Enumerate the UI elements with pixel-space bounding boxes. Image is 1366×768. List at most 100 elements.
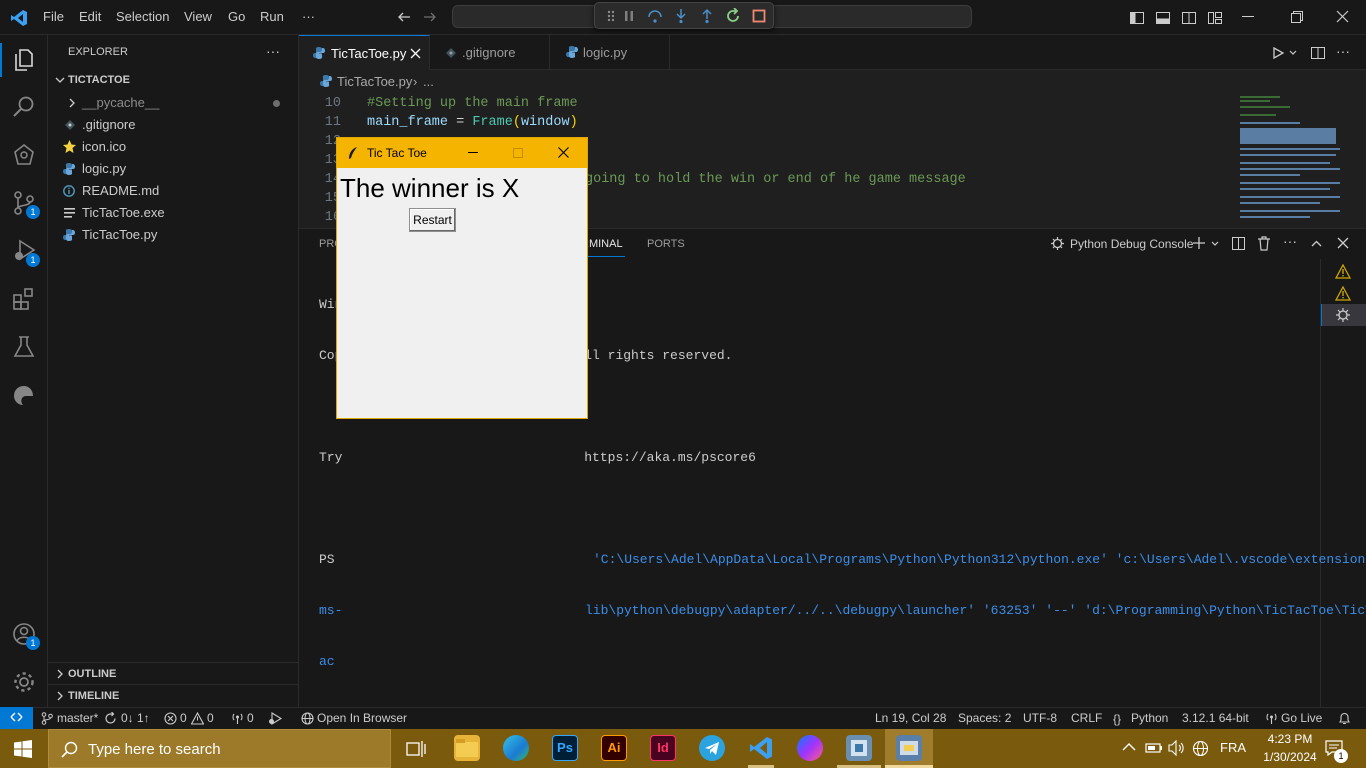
photoshop-icon[interactable]: Ps (552, 735, 578, 761)
minimap[interactable] (1234, 92, 1346, 224)
timeline-section[interactable]: TIMELINE (48, 684, 298, 706)
broadcast-icon[interactable] (231, 712, 244, 725)
menu-run[interactable]: Run (260, 9, 284, 24)
tree-item-tictactoe-py[interactable]: TicTacToe.py (48, 224, 298, 246)
close-icon[interactable] (558, 147, 569, 158)
error-count[interactable]: 0 (180, 711, 187, 725)
customize-layout-icon[interactable] (1207, 10, 1223, 26)
extensions-icon[interactable] (11, 286, 37, 312)
telegram-icon[interactable] (699, 735, 725, 761)
git-sync-counts[interactable]: 0↓ 1↑ (121, 711, 150, 725)
step-over-icon[interactable] (647, 8, 663, 24)
terminal-name[interactable]: Python Debug Console (1070, 237, 1193, 251)
remote-indicator[interactable] (0, 707, 33, 729)
clock-date[interactable]: 1/30/2024 (1256, 750, 1324, 764)
tk-title-bar[interactable]: Tic Tac Toe (337, 138, 587, 168)
error-icon[interactable] (164, 712, 177, 725)
maximize-panel-icon[interactable] (1310, 237, 1323, 250)
trash-icon[interactable] (1257, 236, 1271, 251)
chevron-down-icon[interactable] (1210, 239, 1220, 249)
tree-item-readme[interactable]: README.md (48, 180, 298, 202)
tree-item-icon-ico[interactable]: icon.ico (48, 136, 298, 158)
battery-icon[interactable] (1145, 741, 1163, 755)
language-mode[interactable]: Python (1131, 711, 1168, 725)
restart-button[interactable]: Restart (409, 208, 456, 232)
line-endings[interactable]: CRLF (1071, 711, 1102, 725)
taskbar-search-box[interactable]: Type here to search (48, 729, 391, 768)
python-app-icon[interactable] (846, 735, 872, 761)
menu-selection[interactable]: Selection (116, 9, 169, 24)
tree-item-logic-py[interactable]: logic.py (48, 158, 298, 180)
step-out-icon[interactable] (699, 8, 715, 24)
explorer-more-button[interactable]: ··· (266, 43, 280, 59)
warning-icon[interactable] (1335, 264, 1351, 279)
toggle-panel-icon[interactable] (1155, 10, 1171, 26)
breadcrumb-file[interactable]: TicTacToe.py (337, 74, 412, 89)
tree-item-gitignore[interactable]: .gitignore (48, 114, 298, 136)
settings-gear-icon[interactable] (11, 669, 37, 695)
vscode-taskbar-icon[interactable] (748, 735, 774, 761)
indentation[interactable]: Spaces: 2 (958, 711, 1011, 725)
explorer-icon[interactable] (11, 46, 37, 72)
minimize-icon[interactable] (468, 152, 478, 153)
chevron-up-icon[interactable] (1122, 742, 1136, 752)
search-icon[interactable] (11, 94, 37, 120)
pause-icon[interactable] (621, 8, 637, 24)
breadcrumb-rest[interactable]: ... (423, 74, 434, 89)
back-arrow-icon[interactable] (397, 10, 411, 24)
menu-file[interactable]: File (43, 9, 64, 24)
menu-more[interactable]: ··· (302, 9, 315, 24)
warning-count[interactable]: 0 (207, 711, 214, 725)
outline-section[interactable]: OUTLINE (48, 662, 298, 684)
menu-go[interactable]: Go (228, 9, 245, 24)
split-editor-icon[interactable] (1310, 45, 1326, 61)
tab-logic-py[interactable]: logic.py (550, 35, 670, 70)
tab-ports[interactable]: PORTS (647, 238, 685, 250)
minimize-icon[interactable] (1242, 16, 1254, 17)
encoding[interactable]: UTF-8 (1023, 711, 1057, 725)
bell-icon[interactable] (1338, 712, 1351, 725)
step-into-icon[interactable] (673, 8, 689, 24)
menu-view[interactable]: View (184, 9, 212, 24)
tk-window-taskbar-button[interactable] (885, 729, 933, 768)
tab-tictactoe-py[interactable]: TicTacToe.py (299, 35, 430, 70)
panel-more-button[interactable]: ··· (1283, 233, 1297, 249)
go-live-button[interactable]: Go Live (1281, 711, 1322, 725)
close-panel-icon[interactable] (1337, 237, 1349, 249)
python-interpreter[interactable]: 3.12.1 64-bit (1182, 711, 1249, 725)
edge-browser-icon[interactable] (503, 735, 529, 761)
split-terminal-icon[interactable] (1231, 236, 1246, 251)
task-view-icon[interactable] (406, 740, 426, 758)
warning-icon[interactable] (1335, 286, 1351, 301)
tree-item-pycache[interactable]: __pycache__ (48, 92, 298, 114)
git-branch[interactable]: master* (57, 711, 98, 725)
folder-root[interactable]: TICTACTOE (48, 69, 298, 91)
input-language[interactable]: FRA (1220, 740, 1246, 755)
new-terminal-icon[interactable] (1192, 236, 1206, 250)
volume-icon[interactable] (1168, 740, 1186, 756)
indesign-icon[interactable]: Id (650, 735, 676, 761)
ports-count[interactable]: 0 (247, 711, 254, 725)
sync-icon[interactable] (104, 712, 117, 725)
chevron-down-icon[interactable] (1288, 48, 1298, 58)
stop-icon[interactable] (751, 8, 767, 24)
testing-icon[interactable] (11, 334, 37, 360)
run-debug-icon[interactable] (268, 712, 282, 725)
network-globe-icon[interactable] (1192, 740, 1209, 757)
close-window-icon[interactable] (1336, 10, 1349, 23)
restore-icon[interactable] (1291, 11, 1303, 23)
editor-more-button[interactable]: ··· (1336, 43, 1350, 59)
drag-handle-icon[interactable] (603, 8, 619, 24)
warning-icon[interactable] (191, 712, 204, 725)
run-python-icon[interactable] (1271, 46, 1285, 60)
tree-item-exe[interactable]: TicTacToe.exe (48, 202, 298, 224)
menu-edit[interactable]: Edit (79, 9, 101, 24)
toggle-secondary-sidebar-icon[interactable] (1181, 10, 1197, 26)
tab-gitignore[interactable]: .gitignore (430, 35, 550, 70)
toggle-sidebar-icon[interactable] (1129, 10, 1145, 26)
copilot-icon[interactable] (11, 142, 37, 168)
restart-icon[interactable] (725, 8, 741, 24)
illustrator-icon[interactable]: Ai (601, 735, 627, 761)
forward-arrow-icon[interactable] (423, 10, 437, 24)
open-in-browser-button[interactable]: Open In Browser (317, 711, 407, 725)
